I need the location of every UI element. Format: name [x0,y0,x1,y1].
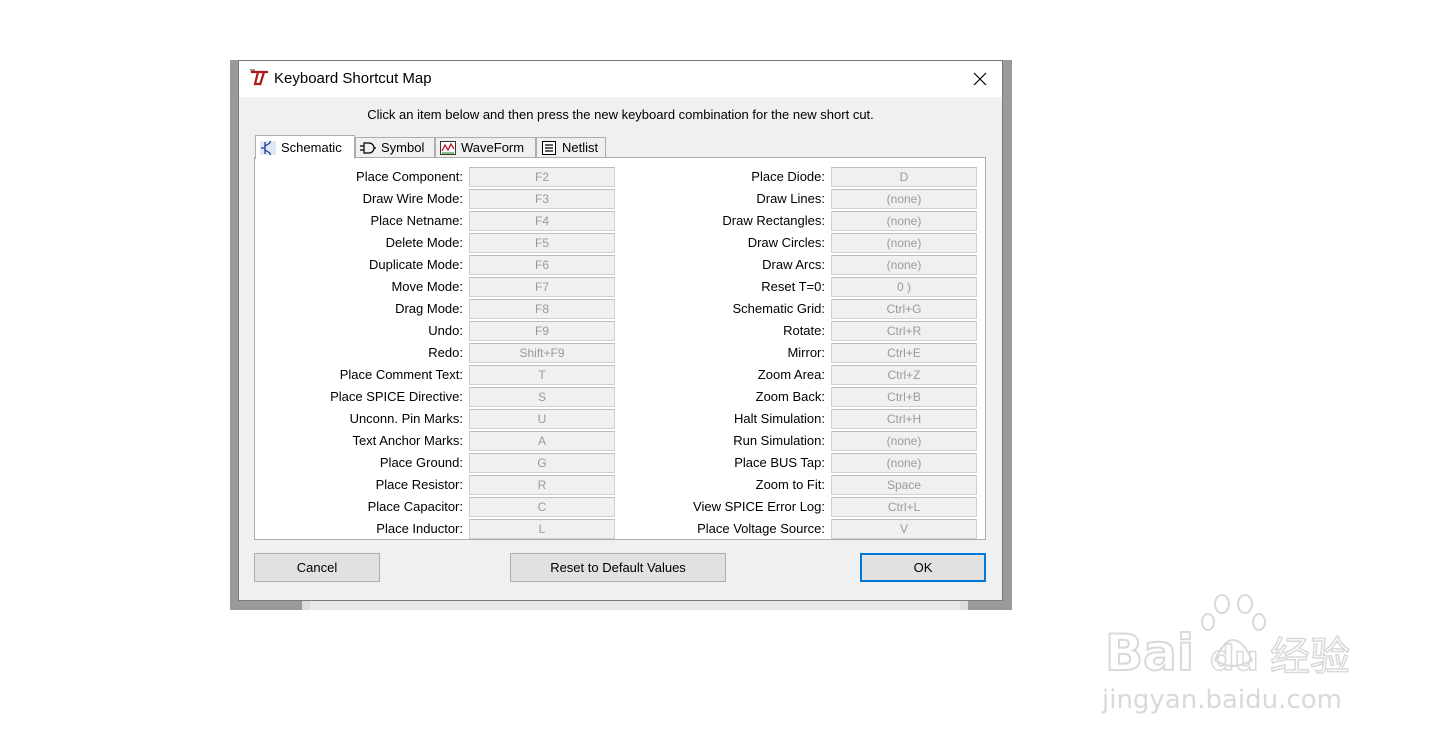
shortcut-key-field[interactable]: (none) [831,211,977,231]
shortcut-row: Draw Arcs: (none) [255,255,977,275]
shortcut-key-field[interactable]: Ctrl+R [831,321,977,341]
shortcut-row: Place Diode: D [255,167,977,187]
schematic-icon [260,140,276,155]
shortcut-label: Rotate: [783,323,825,338]
tab-schematic[interactable]: Schematic [255,135,355,159]
shortcut-label: Mirror: [787,345,825,360]
svg-text:经验: 经验 [1270,634,1350,680]
shortcut-key-field[interactable]: Ctrl+B [831,387,977,407]
shortcut-label: Zoom to Fit: [755,477,825,492]
reset-defaults-button[interactable]: Reset to Default Values [510,553,726,582]
tab-label: Netlist [562,140,599,155]
shortcut-label: Schematic Grid: [732,301,825,316]
shortcut-label: Place BUS Tap: [734,455,825,470]
shortcut-label: Draw Rectangles: [722,213,825,228]
shortcut-row: Draw Lines: (none) [255,189,977,209]
window-title: Keyboard Shortcut Map [274,70,432,87]
svg-text:du: du [1210,639,1259,679]
keyboard-shortcut-dialog: Keyboard Shortcut Map Click an item belo… [238,60,1003,601]
shortcut-key-field[interactable]: (none) [831,233,977,253]
shortcut-row: View SPICE Error Log: Ctrl+L [255,497,977,517]
shortcut-row: Run Simulation: (none) [255,431,977,451]
shortcut-row: Zoom Area: Ctrl+Z [255,365,977,385]
tab-label: Schematic [281,140,342,155]
shortcut-key-field[interactable]: Space [831,475,977,495]
shortcut-row: Place Voltage Source: V [255,519,977,539]
shortcut-label: Draw Circles: [747,235,825,250]
shortcut-label: Zoom Back: [755,389,825,404]
shortcut-key-field[interactable]: D [831,167,977,187]
shortcut-row: Draw Rectangles: (none) [255,211,977,231]
shortcut-label: Reset T=0: [761,279,825,294]
cancel-button[interactable]: Cancel [254,553,380,582]
shortcut-label: Halt Simulation: [733,411,825,426]
shortcut-key-field[interactable]: (none) [831,189,977,209]
shortcut-label: Draw Arcs: [762,257,825,272]
watermark-url: jingyan.baidu.com [1101,685,1342,715]
instruction-text: Click an item below and then press the n… [367,107,874,122]
shortcut-key-field[interactable]: Ctrl+Z [831,365,977,385]
waveform-icon [440,140,456,155]
tab-symbol[interactable]: Symbol [355,137,435,157]
shortcut-row: Draw Circles: (none) [255,233,977,253]
shortcut-row: Mirror: Ctrl+E [255,343,977,363]
shortcut-key-field[interactable]: V [831,519,977,539]
close-icon [973,72,987,86]
close-button[interactable] [958,61,1002,97]
shortcut-label: Draw Lines: [756,191,825,206]
shortcut-label: Place Diode: [751,169,825,184]
shortcut-row: Schematic Grid: Ctrl+G [255,299,977,319]
shortcut-row: Rotate: Ctrl+R [255,321,977,341]
shortcut-key-field[interactable]: Ctrl+G [831,299,977,319]
shortcut-row: Zoom to Fit: Space [255,475,977,495]
shortcut-row: Zoom Back: Ctrl+B [255,387,977,407]
shortcut-key-field[interactable]: (none) [831,453,977,473]
netlist-icon [542,140,556,155]
shortcut-key-field[interactable]: 0 ) [831,277,977,297]
shortcut-key-field[interactable]: Ctrl+H [831,409,977,429]
background-app-panel [302,600,968,610]
watermark-brand: Bai [1105,624,1194,682]
baidu-jingyan-watermark: Bai du 经验 jingyan.baidu.com [1100,590,1370,720]
ltspice-logo-icon [250,69,268,86]
tab-netlist[interactable]: Netlist [536,137,606,157]
shortcut-label: View SPICE Error Log: [693,499,825,514]
baidu-paw-logo-icon: Bai du 经验 jingyan.baidu.com [1101,594,1351,715]
shortcut-row: Reset T=0: 0 ) [255,277,977,297]
shortcut-label: Run Simulation: [733,433,825,448]
shortcut-row: Halt Simulation: Ctrl+H [255,409,977,429]
tab-label: Symbol [381,140,425,155]
shortcut-key-field[interactable]: Ctrl+L [831,497,977,517]
symbol-icon [360,141,376,154]
shortcut-panel: Place Component: F2 Draw Wire Mode: F3 Place… [254,157,986,540]
shortcut-key-field[interactable]: Ctrl+E [831,343,977,363]
tab-label: WaveForm [461,140,525,155]
shortcut-key-field[interactable]: (none) [831,431,977,451]
shortcut-label: Zoom Area: [757,367,825,382]
shortcut-row: Place BUS Tap: (none) [255,453,977,473]
tab-waveform[interactable]: WaveForm [435,137,536,157]
title-bar: Keyboard Shortcut Map [239,61,1002,97]
shortcut-key-field[interactable]: (none) [831,255,977,275]
shortcut-label: Place Voltage Source: [697,521,825,536]
ok-button[interactable]: OK [860,553,986,582]
